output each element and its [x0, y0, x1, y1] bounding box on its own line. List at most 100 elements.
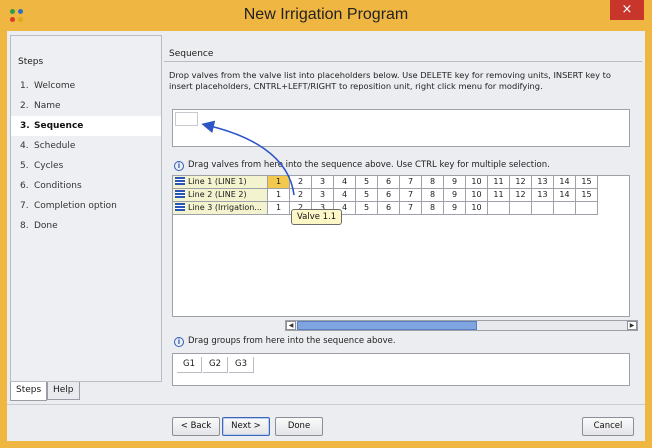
title-bar[interactable]: New Irrigation Program × — [0, 0, 652, 31]
line-list-icon — [175, 203, 185, 211]
line-name: Line 1 (LINE 1) — [188, 177, 247, 186]
steps-title: Steps — [18, 57, 44, 67]
close-icon: × — [621, 2, 633, 17]
step-item-conditions[interactable]: 6. Conditions — [11, 176, 161, 196]
step-item-name[interactable]: 2. Name — [11, 96, 161, 116]
group-item[interactable]: G3 — [229, 357, 254, 373]
valve-cell[interactable]: 4 — [334, 176, 356, 189]
button-bar: < Back Next > Done Cancel — [7, 404, 645, 441]
valve-cell[interactable]: 15 — [576, 189, 598, 202]
step-number: 7. — [20, 201, 29, 211]
group-item[interactable]: G1 — [177, 357, 202, 373]
line-name: Line 3 (Irrigation... — [188, 203, 262, 212]
valve-cell[interactable]: 6 — [378, 202, 400, 215]
valve-cell[interactable]: 6 — [378, 189, 400, 202]
valve-cell[interactable]: 2 — [290, 176, 312, 189]
scroll-right-icon[interactable]: ▶ — [627, 321, 637, 330]
scroll-left-icon[interactable]: ◀ — [286, 321, 296, 330]
line-list-icon — [175, 177, 185, 185]
valve-cell[interactable]: 8 — [422, 189, 444, 202]
step-item-cycles[interactable]: 5. Cycles — [11, 156, 161, 176]
valve-cell[interactable]: 5 — [356, 202, 378, 215]
sequence-drop-area[interactable] — [172, 109, 630, 147]
valve-cell[interactable]: 7 — [400, 176, 422, 189]
next-button[interactable]: Next > — [222, 417, 270, 436]
valve-cell[interactable]: 11 — [488, 176, 510, 189]
step-item-welcome[interactable]: 1. Welcome — [11, 76, 161, 96]
step-label: Completion option — [34, 201, 117, 211]
step-number: 8. — [20, 221, 29, 231]
valve-tooltip: Valve 1.1 — [291, 209, 343, 225]
info-icon: i — [174, 161, 184, 171]
valve-cell[interactable]: 9 — [444, 202, 466, 215]
cancel-button[interactable]: Cancel — [582, 417, 634, 436]
valve-line-row: Line 1 (LINE 1) 1 2 3 4 5 6 7 8 9 10 11 12 13 14 15 — [173, 176, 629, 189]
steps-list: 1. Welcome 2. Name 3. Sequence 4. Schedule 5. Cyc… — [11, 76, 161, 236]
valve-cell[interactable]: 13 — [532, 189, 554, 202]
valve-cell[interactable]: 7 — [400, 189, 422, 202]
valve-cell[interactable]: 15 — [576, 176, 598, 189]
valve-cell[interactable]: 12 — [510, 176, 532, 189]
step-number: 5. — [20, 161, 29, 171]
scroll-thumb[interactable] — [297, 321, 477, 330]
valve-cell[interactable]: 7 — [400, 202, 422, 215]
step-number: 6. — [20, 181, 29, 191]
step-item-schedule[interactable]: 4. Schedule — [11, 136, 161, 156]
line-header[interactable]: Line 2 (LINE 2) — [173, 189, 268, 202]
valve-cell[interactable]: 10 — [466, 176, 488, 189]
step-item-sequence[interactable]: 3. Sequence — [11, 116, 161, 136]
dialog-window: New Irrigation Program × Steps 1. Welcome… — [0, 0, 652, 448]
line-header[interactable]: Line 3 (Irrigation... — [173, 202, 268, 215]
groups-list[interactable]: G1 G2 G3 — [172, 353, 630, 386]
valve-cell[interactable]: 13 — [532, 176, 554, 189]
section-title: Sequence — [169, 49, 214, 59]
valve-cell[interactable]: 3 — [312, 189, 334, 202]
valve-cell[interactable]: 2 — [290, 189, 312, 202]
groups-hint: i Drag groups from here into the sequence… — [174, 336, 396, 347]
valve-cell[interactable]: 14 — [554, 189, 576, 202]
valve-cell[interactable]: 8 — [422, 202, 444, 215]
valve-cell[interactable]: 5 — [356, 176, 378, 189]
step-label: Sequence — [34, 121, 84, 131]
valve-cell[interactable]: 11 — [488, 189, 510, 202]
step-label: Name — [34, 101, 61, 111]
steps-panel: Steps 1. Welcome 2. Name 3. Sequence 4. Schedul… — [10, 35, 162, 382]
step-number: 3. — [20, 121, 30, 131]
grid-horizontal-scrollbar[interactable]: ◀ ▶ — [285, 320, 638, 331]
valve-cell[interactable]: 10 — [466, 189, 488, 202]
done-button[interactable]: Done — [275, 417, 323, 436]
group-item[interactable]: G2 — [203, 357, 228, 373]
step-label: Welcome — [34, 81, 76, 91]
valve-cell[interactable]: 1 — [268, 189, 290, 202]
sequence-placeholder[interactable] — [175, 112, 198, 126]
back-button[interactable]: < Back — [172, 417, 220, 436]
step-number: 2. — [20, 101, 29, 111]
valve-line-row: Line 3 (Irrigation... 1 2 3 4 5 6 7 8 9 10 — [173, 202, 629, 215]
step-label: Cycles — [34, 161, 64, 171]
valve-cell[interactable]: 1 — [268, 176, 290, 189]
valve-cell[interactable]: 4 — [334, 189, 356, 202]
valve-cell[interactable]: 12 — [510, 189, 532, 202]
info-icon: i — [174, 337, 184, 347]
valve-grid[interactable]: Line 1 (LINE 1) 1 2 3 4 5 6 7 8 9 10 11 12 13 14 15 Line… — [172, 175, 630, 317]
step-number: 4. — [20, 141, 29, 151]
valve-cell[interactable]: 10 — [466, 202, 488, 215]
valve-cell[interactable]: 9 — [444, 176, 466, 189]
valve-cell[interactable]: 14 — [554, 176, 576, 189]
tab-help[interactable]: Help — [47, 382, 80, 400]
empty-cell — [554, 202, 576, 215]
valve-cell[interactable]: 5 — [356, 189, 378, 202]
empty-cell — [576, 202, 598, 215]
valve-cell[interactable]: 3 — [312, 176, 334, 189]
step-item-done[interactable]: 8. Done — [11, 216, 161, 236]
dialog-body: Steps 1. Welcome 2. Name 3. Sequence 4. Schedul… — [7, 31, 645, 441]
valve-cell[interactable]: 6 — [378, 176, 400, 189]
step-item-completion-option[interactable]: 7. Completion option — [11, 196, 161, 216]
valve-cell[interactable]: 1 — [268, 202, 290, 215]
valve-cell[interactable]: 8 — [422, 176, 444, 189]
line-header[interactable]: Line 1 (LINE 1) — [173, 176, 268, 189]
valve-line-row: Line 2 (LINE 2) 1 2 3 4 5 6 7 8 9 10 11 12 13 14 15 — [173, 189, 629, 202]
close-button[interactable]: × — [610, 0, 644, 20]
valve-cell[interactable]: 9 — [444, 189, 466, 202]
tab-steps[interactable]: Steps — [10, 382, 48, 401]
